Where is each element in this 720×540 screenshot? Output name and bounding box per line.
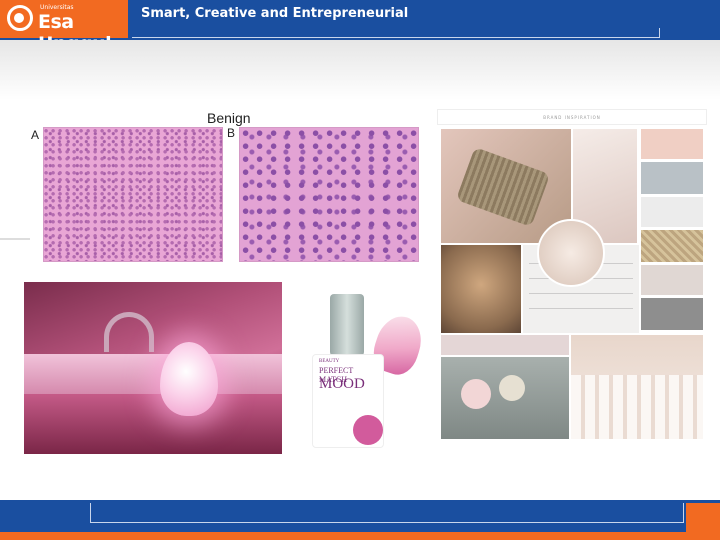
swatch-rose <box>441 335 569 355</box>
histology-image-a <box>43 127 223 262</box>
polish-cap <box>330 294 364 356</box>
polish-brand: BEAUTY <box>319 359 340 364</box>
moodboard-header: BRAND INSPIRATION <box>437 109 707 125</box>
header-bar: Universitas Esa Unggul Smart, Creative a… <box>0 0 720 55</box>
flower-comb-photo <box>441 357 569 439</box>
swatch-dark-grey <box>641 298 703 330</box>
header-shadow <box>0 40 720 100</box>
logo-mark-icon <box>7 5 33 31</box>
swatch-light <box>641 197 703 227</box>
bathtub <box>24 354 282 394</box>
histology-label-b: B <box>227 126 236 140</box>
swatch-gold <box>641 230 703 262</box>
counter <box>24 394 282 454</box>
footer-frame <box>90 503 684 523</box>
hair-photo <box>441 245 521 333</box>
polish-line2: MOOD <box>319 376 365 392</box>
logo-small-text: Universitas <box>40 4 74 11</box>
swatch-grey <box>641 162 703 194</box>
swatch-blush <box>641 129 703 159</box>
histology-image-b <box>239 127 419 262</box>
tagline: Smart, Creative and Entrepreneurial <box>141 6 409 21</box>
polish-bottle: BEAUTY PERFECT MATCH MOOD <box>312 354 384 448</box>
nail-polish-photo: BEAUTY PERFECT MATCH MOOD <box>304 290 428 448</box>
footer-accent <box>686 503 720 532</box>
moodboard: BRAND INSPIRATION <box>437 109 707 439</box>
feather-circle-photo <box>537 219 605 287</box>
logo: Universitas Esa Unggul <box>0 0 128 55</box>
faucet-icon <box>104 312 154 352</box>
histology-label-a: A <box>31 128 40 142</box>
header-divider <box>132 28 660 38</box>
footer-stripe <box>0 532 720 540</box>
histology-title: Benign <box>207 110 251 126</box>
bridal-dresses-photo <box>571 335 703 439</box>
bath-lamp-photo <box>24 282 282 454</box>
polish-color-dot <box>353 415 383 445</box>
side-divider <box>0 238 30 240</box>
swatch-taupe <box>641 265 703 295</box>
